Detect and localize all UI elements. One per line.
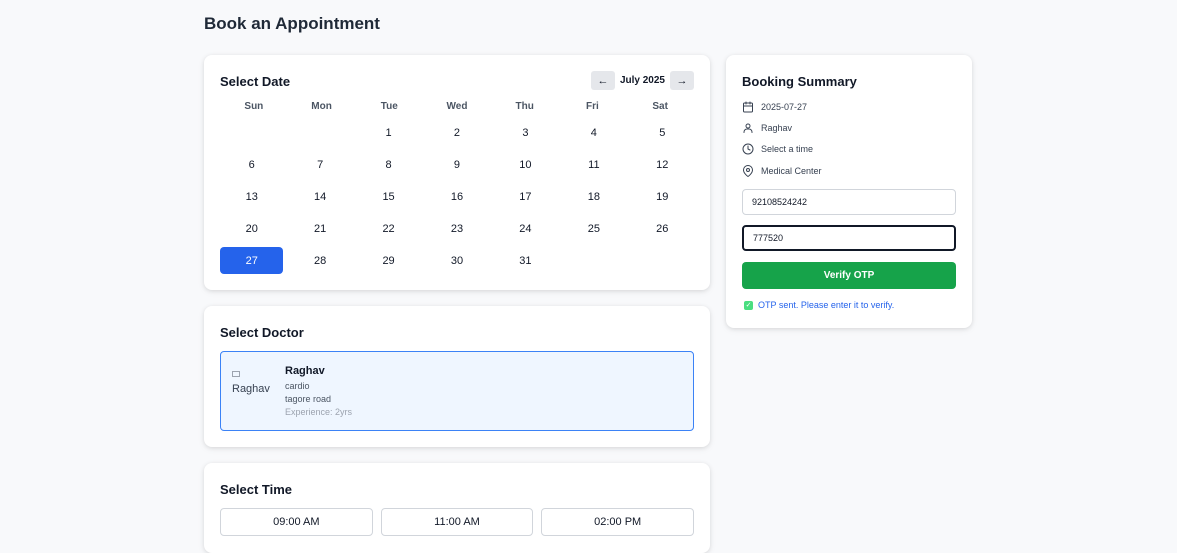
calendar-day[interactable]: 13 [220,183,283,210]
calendar-day[interactable]: 10 [494,151,557,178]
calendar-icon [743,101,753,113]
calendar-day[interactable]: 8 [357,151,420,178]
otp-status-text: OTP sent. Please enter it to verify. [758,300,895,310]
summary-date: 2025-07-27 [761,102,808,112]
calendar-empty-cell [288,119,351,146]
calendar-day[interactable]: 22 [357,215,420,242]
calendar-day[interactable]: 31 [494,247,557,274]
next-month-button[interactable]: → [670,71,694,90]
calendar-day[interactable]: 26 [631,215,694,242]
calendar-day[interactable]: 25 [562,215,625,242]
calendar-day[interactable]: 14 [288,183,351,210]
doctor-section-title: Select Doctor [220,325,304,340]
calendar-day[interactable]: 16 [425,183,488,210]
doctor-avatar: Raghav [232,371,272,411]
calendar-day[interactable]: 21 [288,215,351,242]
time-slot-button[interactable]: 11:00 AM [380,508,534,536]
doctor-option-selected[interactable]: Raghav Raghav cardio tagore road Experie… [220,351,694,431]
calendar-day[interactable]: 5 [631,119,694,146]
weekday-label: Wed [446,101,468,112]
summary-title: Booking Summary [742,74,857,89]
otp-status-message: ✓ OTP sent. Please enter it to verify. [744,300,894,310]
prev-month-button[interactable]: ← [590,71,615,90]
summary-doctor: Raghav [761,123,793,133]
map-pin-icon [743,165,753,177]
calendar-days-grid: 1 2 3 4 5 6 7 8 9 10 11 12 13 14 15 16 17 18 19 20 21 22 23 24 2… [220,119,694,279]
calendar-day[interactable]: 11 [562,151,625,178]
calendar-day[interactable]: 12 [631,151,694,178]
calendar-day[interactable]: 28 [288,247,351,274]
time-section-title: Select Time [220,482,293,497]
summary-time: Select a time [761,144,814,154]
summary-location: Medical Center [761,166,822,176]
broken-image-icon [232,371,240,377]
calendar-day[interactable]: 1 [357,119,420,146]
time-slot-button[interactable]: 02:00 PM [541,508,694,536]
doctor-avatar-alt: Raghav [232,383,270,395]
otp-input[interactable] [742,225,956,251]
calendar-day[interactable]: 30 [425,247,488,274]
calendar-day[interactable]: 24 [494,215,557,242]
calendar-day[interactable]: 20 [220,215,283,242]
date-picker-card: Select Date ← July 2025 → Sun Mon Tue We… [204,55,710,290]
calendar-day[interactable]: 7 [288,151,351,178]
calendar-day[interactable]: 15 [357,183,420,210]
calendar-day[interactable]: 18 [562,183,625,210]
weekday-header: Sun Mon Tue Wed Thu Fri Sat [220,101,694,112]
doctor-selection-card: Select Doctor Raghav Raghav cardio tagor… [204,306,710,447]
weekday-label: Tue [380,101,398,112]
time-selection-card: Select Time 09:00 AM 11:00 AM 02:00 PM [204,463,710,553]
calendar-empty-cell [220,119,283,146]
time-slot-button[interactable]: 09:00 AM [220,508,373,536]
month-label: July 2025 [619,75,665,86]
phone-input[interactable] [742,189,956,215]
check-icon: ✓ [744,300,753,310]
month-navigation: ← July 2025 → [590,71,694,90]
calendar-day[interactable]: 2 [425,119,488,146]
calendar-day[interactable]: 23 [425,215,488,242]
summary-date-row: 2025-07-27 [742,101,807,113]
verify-otp-button[interactable]: Verify OTP [742,262,956,289]
doctor-location: tagore road [285,394,332,404]
calendar-day[interactable]: 19 [631,183,694,210]
summary-time-row: Select a time [742,143,813,155]
booking-summary-card: Booking Summary 2025-07-27 Raghav Select… [726,55,972,328]
time-slots: 09:00 AM 11:00 AM 02:00 PM [220,508,694,536]
weekday-label: Thu [515,101,534,112]
clock-icon [742,143,754,155]
weekday-label: Mon [311,101,332,112]
doctor-experience: Experience: 2yrs [285,407,353,417]
weekday-label: Sat [652,101,668,112]
calendar-day[interactable]: 9 [425,151,488,178]
doctor-specialty: cardio [285,381,310,391]
user-icon [743,123,753,133]
summary-location-row: Medical Center [742,165,822,177]
calendar-day[interactable]: 4 [562,119,625,146]
page-title: Book an Appointment [204,14,380,33]
calendar-day[interactable]: 29 [357,247,420,274]
weekday-label: Sun [244,101,264,112]
doctor-name: Raghav [285,365,325,377]
calendar-day[interactable]: 6 [220,151,283,178]
weekday-label: Fri [586,101,599,112]
calendar-day[interactable]: 3 [494,119,557,146]
date-section-title: Select Date [220,74,291,89]
calendar-day-selected[interactable]: 27 [220,247,284,274]
calendar-day[interactable]: 17 [494,183,557,210]
summary-doctor-row: Raghav [742,122,792,134]
